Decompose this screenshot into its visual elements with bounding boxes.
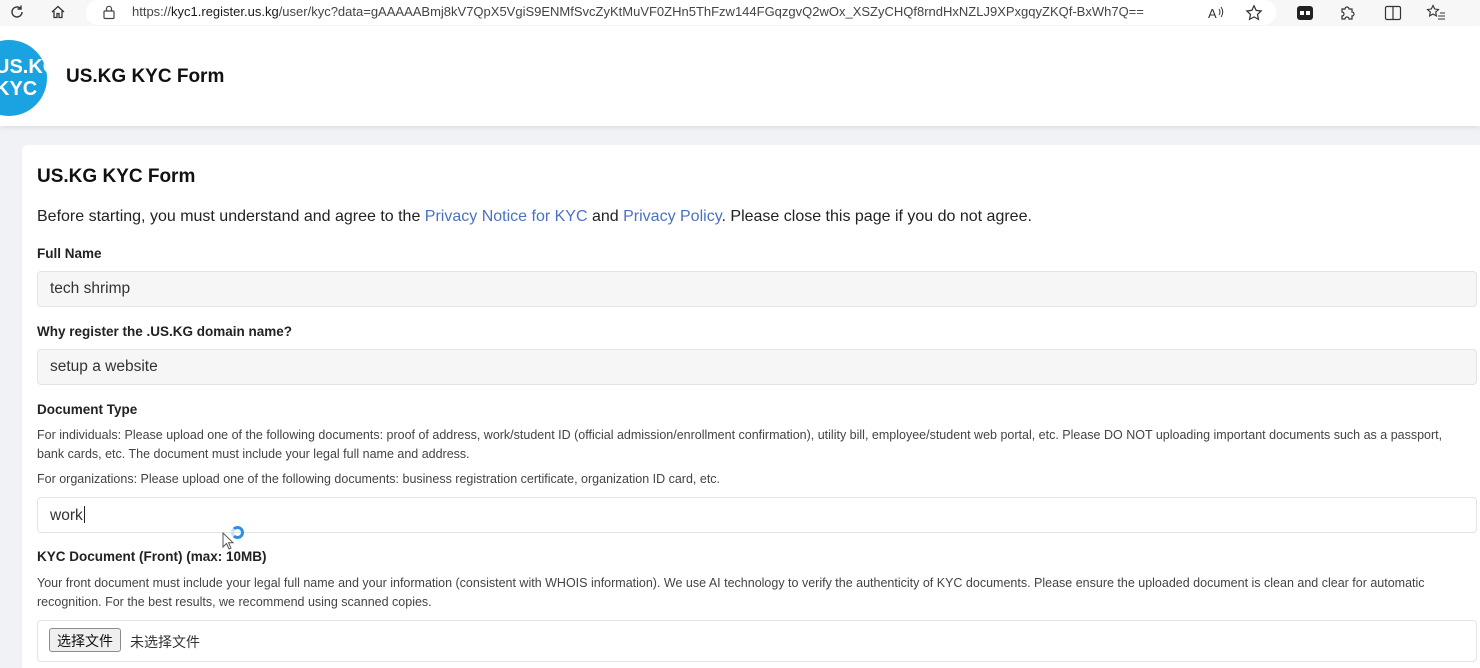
document-type-input[interactable]: work xyxy=(37,497,1477,533)
url-scheme: https:// xyxy=(132,4,172,19)
kyc-front-help: Your front document must include your le… xyxy=(37,576,1425,609)
url-host: kyc1.register.us.kg xyxy=(171,4,279,19)
file-status: 未选择文件 xyxy=(130,634,200,650)
privacy-policy-link[interactable]: Privacy Policy xyxy=(623,208,721,225)
puzzle-icon[interactable] xyxy=(1336,2,1360,24)
logo-line-1: US.KG xyxy=(0,56,47,78)
document-type-value: work xyxy=(50,507,83,524)
reason-input[interactable]: setup a website xyxy=(37,349,1477,385)
reason-label: Why register the .US.KG domain name? xyxy=(37,324,293,339)
url-path: /user/kyc?data=gAAAAABmj8kV7QpX5VgiS9ENM… xyxy=(278,4,1144,19)
site-title: US.KG KYC Form xyxy=(66,66,225,87)
document-type-help-organizations: For organizations: Please upload one of … xyxy=(37,472,721,486)
privacy-notice-kyc-link[interactable]: Privacy Notice for KYC xyxy=(425,208,588,225)
form-title: US.KG KYC Form xyxy=(37,166,196,187)
lock-icon[interactable] xyxy=(102,4,116,25)
address-bar[interactable]: https://kyc1.register.us.kg/user/kyc?dat… xyxy=(86,0,1276,25)
home-icon[interactable] xyxy=(43,0,73,24)
favorite-star-icon[interactable] xyxy=(1242,2,1266,24)
choose-file-button[interactable]: 选择文件 xyxy=(49,628,121,652)
mouse-cursor-icon xyxy=(222,531,235,555)
site-header: US.KG KYC US.KG KYC Form xyxy=(0,26,1480,126)
full-name-value: tech shrimp xyxy=(50,280,131,297)
intro-after: . Please close this page if you do not a… xyxy=(721,208,1032,225)
intro-text: Before starting, you must understand and… xyxy=(37,208,1032,226)
svg-text:A: A xyxy=(1208,6,1217,21)
document-type-label: Document Type xyxy=(37,402,138,417)
reason-value: setup a website xyxy=(50,358,158,375)
browser-toolbar: https://kyc1.register.us.kg/user/kyc?dat… xyxy=(0,0,1480,26)
text-caret xyxy=(83,506,85,523)
full-name-input[interactable]: tech shrimp xyxy=(37,271,1477,307)
split-screen-icon[interactable] xyxy=(1381,2,1405,24)
kyc-form-card: US.KG KYC Form Before starting, you must… xyxy=(22,145,1480,668)
full-name-label: Full Name xyxy=(37,246,102,261)
logo-line-2: KYC xyxy=(0,78,38,100)
intro-and: and xyxy=(587,208,624,225)
site-logo[interactable]: US.KG KYC xyxy=(0,40,47,116)
document-type-help-individuals: For individuals: Please upload one of th… xyxy=(37,428,1443,461)
video-watermark xyxy=(1190,56,1199,84)
intro-before: Before starting, you must understand and… xyxy=(37,208,425,225)
favorites-list-icon[interactable] xyxy=(1424,2,1448,24)
refresh-icon[interactable] xyxy=(2,0,32,24)
read-aloud-icon[interactable]: A xyxy=(1204,2,1228,24)
extension-icon[interactable] xyxy=(1293,2,1317,24)
kyc-front-file-input[interactable]: 选择文件 未选择文件 xyxy=(37,620,1477,662)
url-text: https://kyc1.register.us.kg/user/kyc?dat… xyxy=(132,4,1144,19)
